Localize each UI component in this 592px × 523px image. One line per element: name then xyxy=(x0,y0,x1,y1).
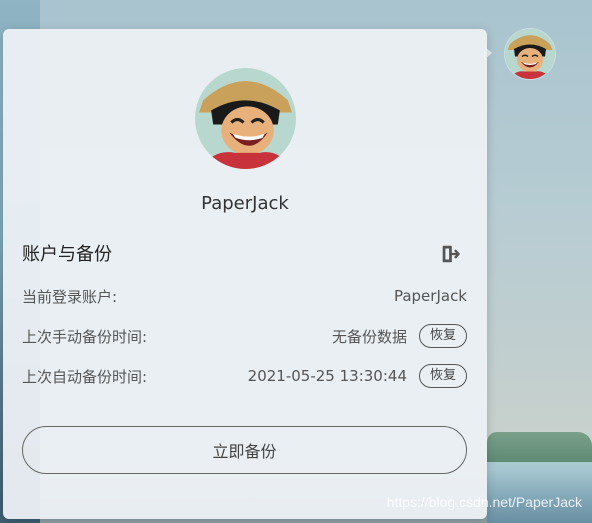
watermark-text: https://blog.csdn.net/PaperJack xyxy=(386,494,582,510)
auto-backup-value: 2021-05-25 13:30:44 xyxy=(247,367,407,385)
current-account-value: PaperJack xyxy=(393,287,467,305)
auto-backup-row: 上次自动备份时间: 2021-05-25 13:30:44 恢复 xyxy=(22,363,467,389)
restore-manual-button[interactable]: 恢复 xyxy=(418,324,467,348)
current-account-label: 当前登录账户: xyxy=(22,287,118,306)
restore-auto-button[interactable]: 恢复 xyxy=(418,364,467,388)
avatar-image xyxy=(505,29,555,79)
manual-backup-row: 上次手动备份时间: 无备份数据 恢复 xyxy=(22,323,467,349)
account-popover: PaperJack 账户与备份 当前登录账户: PaperJack 上次手动备份… xyxy=(3,29,487,519)
logout-icon[interactable] xyxy=(439,243,461,265)
manual-backup-value: 无备份数据 xyxy=(331,327,407,346)
avatar-image xyxy=(195,68,296,169)
profile-username: PaperJack xyxy=(201,193,289,214)
manual-backup-label: 上次手动备份时间: xyxy=(22,327,148,346)
profile-avatar xyxy=(195,68,296,169)
header-avatar-button[interactable] xyxy=(505,29,555,79)
backup-now-button[interactable]: 立即备份 xyxy=(22,426,467,474)
section-title: 账户与备份 xyxy=(22,244,112,265)
auto-backup-label: 上次自动备份时间: xyxy=(22,367,148,386)
background-treeline xyxy=(487,432,592,462)
current-account-row: 当前登录账户: PaperJack xyxy=(22,283,467,309)
